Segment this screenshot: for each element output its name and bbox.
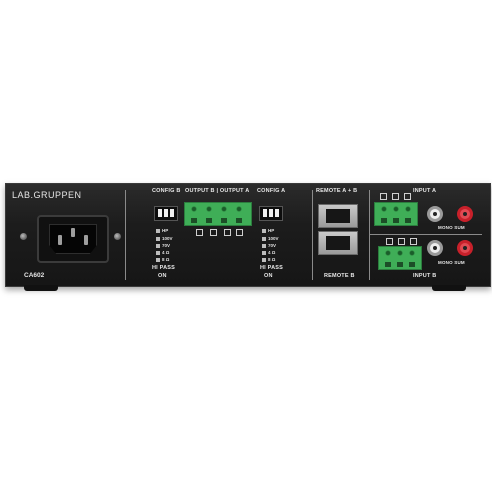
input-a-polarity-mark-1 — [380, 193, 387, 200]
input-a-rca-left[interactable] — [427, 206, 443, 222]
remote-b-label: REMOTE B — [324, 273, 355, 279]
switch-legend-hp: HP — [162, 228, 169, 233]
input-divider — [370, 234, 482, 235]
remote-ab-rj45-port[interactable] — [318, 204, 358, 228]
config-b-label: CONFIG B — [152, 188, 181, 194]
switch-legend-4ohm: 4 Ω — [162, 250, 170, 255]
mono-sum-a-label: MONO SUM — [438, 225, 465, 230]
output-polarity-mark-4 — [236, 229, 243, 236]
switch-legend-8ohm: 8 Ω — [162, 257, 170, 262]
power-pin-earth — [71, 228, 75, 237]
switch-legend-8ohm-a: 8 Ω — [268, 257, 276, 262]
input-a-terminal-block[interactable] — [374, 202, 418, 226]
power-pin-left — [58, 235, 62, 245]
power-inlet-iec[interactable] — [37, 215, 109, 263]
switch-legend-70v-a: 70V — [268, 243, 277, 248]
rubber-foot-right — [432, 285, 466, 291]
input-b-terminal-block[interactable] — [378, 246, 422, 270]
input-b-label: INPUT B — [413, 273, 437, 279]
remote-b-rj45-port[interactable] — [318, 231, 358, 255]
switch-legend-70v: 70V — [162, 243, 171, 248]
output-b-a-label: OUTPUT B | OUTPUT A — [185, 188, 250, 194]
input-a-label: INPUT A — [413, 188, 437, 194]
input-a-polarity-mark-3 — [404, 193, 411, 200]
input-b-rca-left[interactable] — [427, 240, 443, 256]
hi-pass-label-b: HI PASS — [152, 265, 175, 271]
section-divider — [125, 190, 126, 280]
hi-pass-on-label-b: ON — [158, 273, 167, 279]
mounting-screw-right — [114, 233, 121, 240]
config-a-label: CONFIG A — [257, 188, 286, 194]
config-b-dip-switch[interactable] — [154, 206, 178, 221]
section-divider — [369, 190, 370, 280]
output-polarity-mark-3 — [224, 229, 231, 236]
brand-logo: LAB.GRUPPEN — [12, 190, 82, 200]
model-label: CA602 — [24, 272, 45, 279]
config-a-dip-switch[interactable] — [259, 206, 283, 221]
input-a-rca-right[interactable] — [457, 206, 473, 222]
mounting-screw-left — [20, 233, 27, 240]
switch-legend-hp-a: HP — [268, 228, 275, 233]
output-polarity-mark-2 — [210, 229, 217, 236]
switch-legend-100v-a: 100V — [268, 236, 279, 241]
switch-legend-100v: 100V — [162, 236, 173, 241]
power-inlet-socket — [49, 224, 97, 254]
amplifier-rear-panel: LAB.GRUPPEN CA602 CONFIG B HP 100V 70V 4… — [5, 183, 491, 287]
input-b-polarity-mark-3 — [410, 238, 417, 245]
input-b-polarity-mark-2 — [398, 238, 405, 245]
output-polarity-mark-1 — [196, 229, 203, 236]
input-b-rca-right[interactable] — [457, 240, 473, 256]
switch-legend-4ohm-a: 4 Ω — [268, 250, 276, 255]
section-divider — [312, 190, 313, 280]
hi-pass-on-label-a: ON — [264, 273, 273, 279]
remote-ab-label: REMOTE A + B — [316, 188, 358, 194]
power-pin-right — [84, 235, 88, 245]
input-a-polarity-mark-2 — [392, 193, 399, 200]
hi-pass-label-a: HI PASS — [260, 265, 283, 271]
input-b-polarity-mark-1 — [386, 238, 393, 245]
mono-sum-b-label: MONO SUM — [438, 260, 465, 265]
output-terminal-block[interactable] — [184, 202, 252, 226]
rubber-foot-left — [24, 285, 58, 291]
